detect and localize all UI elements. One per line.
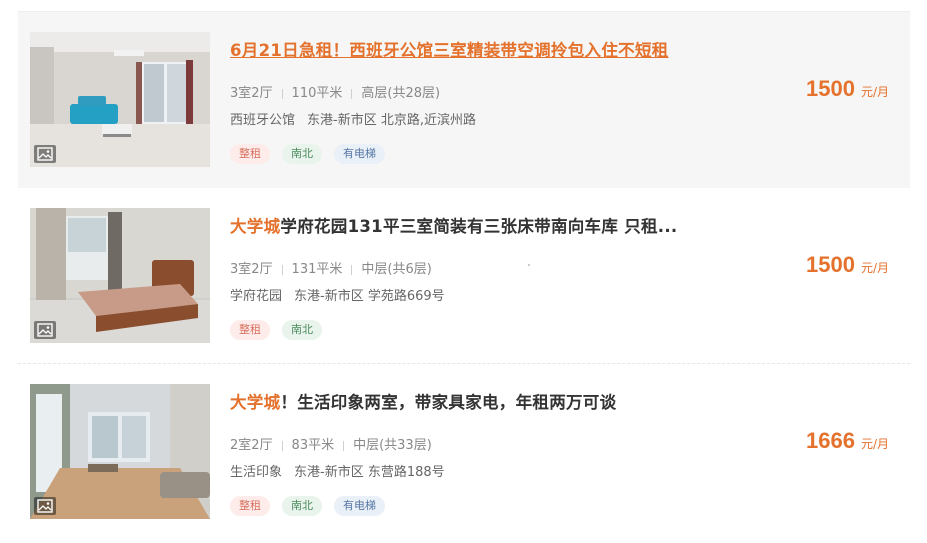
stray-dot (528, 264, 530, 266)
tag-elevator: 有电梯 (334, 144, 385, 164)
listing-price: 1500 元/月 (806, 252, 889, 278)
tag-whole-rent: 整租 (230, 144, 270, 164)
floor-area: 83平米 (291, 438, 335, 453)
district[interactable]: 东港-新市区 (294, 465, 364, 480)
price-unit: 元/月 (860, 261, 889, 275)
floor-level: 中层(共6层) (361, 262, 432, 277)
tag-orientation: 南北 (282, 496, 322, 516)
image-gallery-icon[interactable] (34, 145, 56, 163)
community-name[interactable]: 西班牙公馆 (230, 113, 295, 128)
district[interactable]: 东港-新市区 (294, 289, 364, 304)
price-unit: 元/月 (860, 437, 889, 451)
listing-tags: 整租 南北 (230, 318, 334, 340)
meta-divider (281, 264, 283, 275)
title-prefix: 大学城 (230, 393, 281, 412)
listing-photo[interactable] (30, 32, 210, 167)
street: 北京路,近滨州路 (380, 113, 476, 128)
price-value: 1666 (806, 428, 855, 453)
listing-specs: 3室2厅 110平米 高层(共28层) (230, 82, 440, 101)
listing-photo[interactable] (30, 384, 210, 519)
listing-specs: 2室2厅 83平米 中层(共33层) (230, 434, 432, 453)
tag-whole-rent: 整租 (230, 496, 270, 516)
title-text: ！生活印象两室，带家具家电，年租两万可谈 (280, 393, 617, 412)
listing-card-3[interactable]: 大学城！生活印象两室，带家具家电，年租两万可谈 2室2厅 83平米 中层(共33层)… (18, 364, 910, 540)
image-gallery-icon[interactable] (34, 321, 56, 339)
listing-tags: 整租 南北 有电梯 (230, 142, 397, 164)
room-layout: 3室2厅 (230, 86, 273, 101)
image-gallery-icon[interactable] (34, 497, 56, 515)
price-value: 1500 (806, 76, 855, 101)
listing-title[interactable]: 6月21日急租！西班牙公馆三室精装带空调拎包入住不短租 (230, 37, 669, 61)
listing-tags: 整租 南北 有电梯 (230, 494, 397, 516)
listing-title[interactable]: 大学城学府花园131平三室简装有三张床带南向车库 只租... (230, 213, 678, 237)
listing-card-1[interactable]: 6月21日急租！西班牙公馆三室精装带空调拎包入住不短租 3室2厅 110平米 高层(… (18, 12, 910, 188)
street: 学苑路669号 (367, 289, 445, 304)
listing-specs: 3室2厅 131平米 中层(共6层) (230, 258, 432, 277)
listing-card-2[interactable]: 大学城学府花园131平三室简装有三张床带南向车库 只租... 3室2厅 131平米… (18, 188, 910, 364)
room-layout: 2室2厅 (230, 438, 273, 453)
listing-list: 6月21日急租！西班牙公馆三室精装带空调拎包入住不短租 3室2厅 110平米 高层(… (0, 0, 927, 543)
listing-price: 1666 元/月 (806, 428, 889, 454)
listing-address: 学府花园 东港-新市区 学苑路669号 (230, 285, 445, 304)
meta-divider (281, 440, 283, 451)
floor-area: 110平米 (291, 86, 343, 101)
floor-area: 131平米 (291, 262, 343, 277)
price-unit: 元/月 (860, 85, 889, 99)
meta-divider (351, 88, 353, 99)
tag-orientation: 南北 (282, 144, 322, 164)
listing-address: 生活印象 东港-新市区 东营路188号 (230, 461, 445, 480)
listing-address: 西班牙公馆 东港-新市区 北京路,近滨州路 (230, 109, 476, 128)
tag-whole-rent: 整租 (230, 320, 270, 340)
floor-level: 中层(共33层) (353, 438, 432, 453)
district[interactable]: 东港-新市区 (307, 113, 377, 128)
listing-title[interactable]: 大学城！生活印象两室，带家具家电，年租两万可谈 (230, 389, 616, 413)
room-layout: 3室2厅 (230, 262, 273, 277)
floor-level: 高层(共28层) (361, 86, 441, 101)
price-value: 1500 (806, 252, 855, 277)
community-name[interactable]: 学府花园 (230, 289, 282, 304)
title-prefix: 大学城 (230, 217, 281, 236)
meta-divider (281, 88, 283, 99)
meta-divider (343, 440, 345, 451)
street: 东营路188号 (367, 465, 445, 480)
living-room-photo (30, 384, 210, 519)
bedroom-photo (30, 208, 210, 343)
meta-divider (351, 264, 353, 275)
tag-orientation: 南北 (282, 320, 322, 340)
tag-elevator: 有电梯 (334, 496, 385, 516)
listing-price: 1500 元/月 (806, 76, 889, 102)
listing-photo[interactable] (30, 208, 210, 343)
living-room-photo (30, 32, 210, 167)
title-text: 学府花园131平三室简装有三张床带南向车库 只租... (280, 217, 678, 236)
community-name[interactable]: 生活印象 (230, 465, 282, 480)
title-text: 6月21日急租！西班牙公馆三室精装带空调拎包入住不短租 (230, 41, 669, 60)
